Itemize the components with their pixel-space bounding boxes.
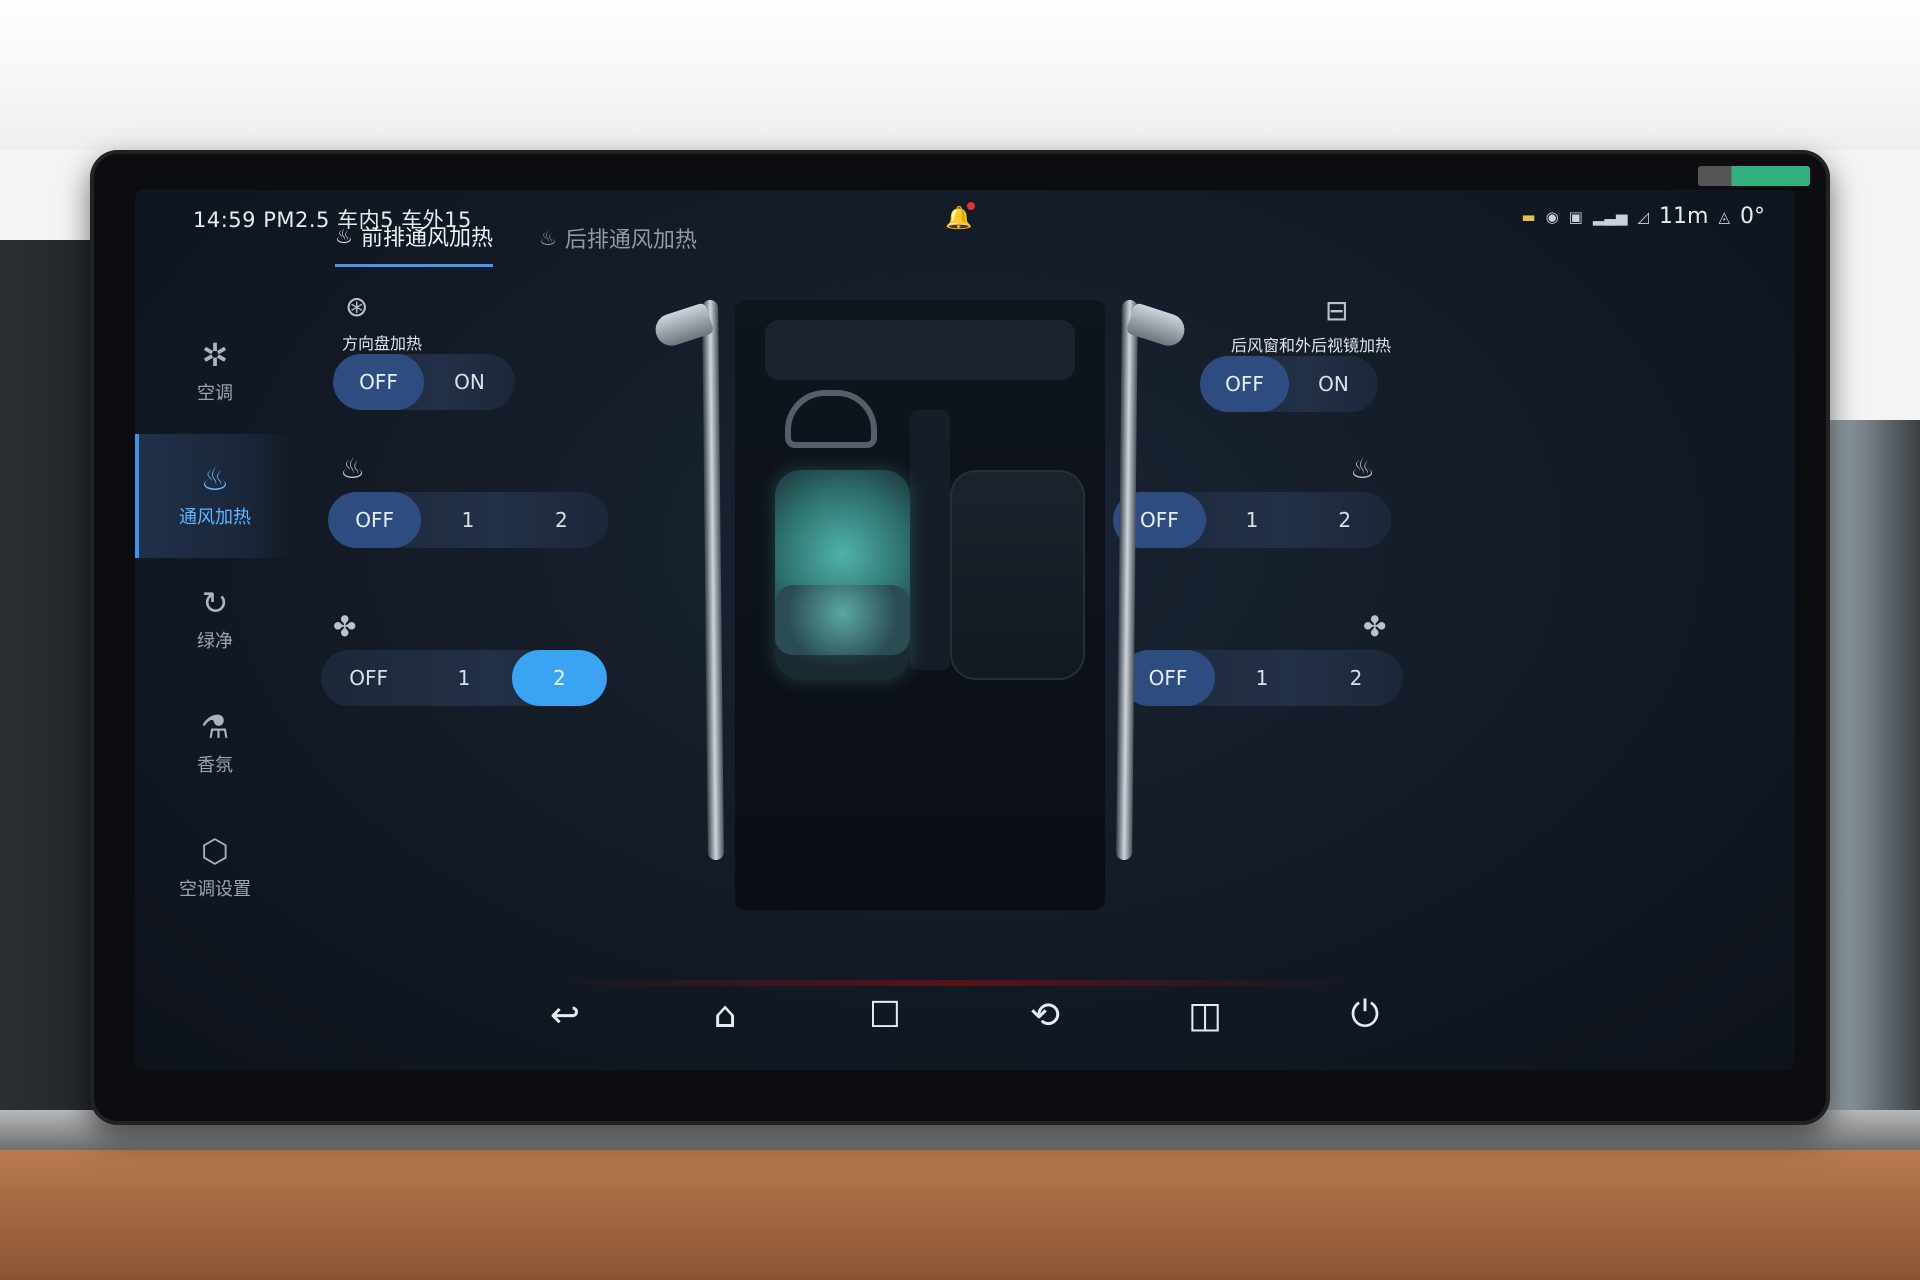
air-purify-icon: ↻ (201, 584, 229, 622)
right-seat-heat-selector: OFF 1 2 (1113, 492, 1391, 548)
sidebar-item-ac-settings[interactable]: ⬡ 空调设置 (135, 806, 295, 930)
rear-window-heat-off[interactable]: OFF (1200, 356, 1289, 412)
right-pillar-graphic (1116, 299, 1138, 861)
sidebar-item-label: 空调 (197, 383, 233, 404)
bottom-nav-bar: ↩ ⌂ ☐ ⟲ ◫ ⏻ (135, 960, 1795, 1070)
left-seat-vent-icon: ✤ (333, 610, 357, 643)
signal-bars-icon: ▂▃▅ (1592, 207, 1628, 226)
steering-heat-toggle: OFF ON (333, 354, 515, 410)
recent-apps-icon[interactable]: ☐ (863, 993, 907, 1037)
sidebar-item-fragrance[interactable]: ⚗ 香氛 (135, 682, 295, 806)
left-seat-heat-off[interactable]: OFF (328, 492, 422, 548)
right-seat-vent-level-2[interactable]: 2 (1309, 650, 1403, 706)
status-pm25-label: PM2.5 (263, 208, 330, 232)
home-icon[interactable]: ⌂ (703, 993, 747, 1037)
right-seat-vent-icon: ✤ (1363, 610, 1387, 643)
sidebar-item-label: 空调设置 (179, 879, 251, 900)
seat-heat-icon: ♨ (200, 460, 230, 498)
rear-window-heat-toggle: OFF ON (1200, 356, 1378, 412)
left-seat-vent-level-2[interactable]: 2 (511, 650, 607, 706)
photo-background-top (0, 0, 1920, 150)
notification-dot (967, 202, 975, 210)
left-seat-heat-selector: OFF 1 2 (328, 492, 608, 548)
left-seat-heat-level-1[interactable]: 1 (421, 492, 514, 548)
tab-rear-row[interactable]: ♨ 后排通风加热 (539, 220, 697, 267)
left-pillar-graphic (702, 299, 724, 861)
notification-bell-icon[interactable]: 🔔 (945, 206, 972, 231)
left-seat-vent-selector: OFF 1 2 (321, 650, 607, 706)
tab-label: 前排通风加热 (360, 226, 493, 251)
sidebar-item-label: 香氛 (197, 755, 233, 776)
seat-heat-icon: ♨ (538, 225, 557, 250)
car-dashboard (765, 320, 1075, 380)
status-altitude: 11m (1659, 204, 1709, 229)
status-angle: 0° (1740, 204, 1765, 229)
steering-wheel-heat-icon: ⊛ (345, 290, 369, 323)
rotate-screen-icon[interactable]: ⟲ (1023, 993, 1067, 1037)
tilt-icon: ◬ (1718, 207, 1730, 226)
rear-window-heat-label: 后风窗和外后视镜加热 (1231, 336, 1392, 355)
fragrance-icon: ⚗ (200, 708, 230, 746)
tab-label: 后排通风加热 (564, 227, 697, 253)
driver-seat-cushion-graphic (775, 585, 910, 655)
bezel-notch (1698, 166, 1810, 186)
right-seat-heat-level-1[interactable]: 1 (1206, 492, 1299, 548)
tab-front-row[interactable]: ♨ 前排通风加热 (335, 220, 493, 267)
right-seat-heat-icon: ♨ (1350, 452, 1376, 485)
left-seat-heat-icon: ♨ (340, 452, 366, 485)
incline-icon: ◿ (1637, 207, 1650, 226)
tab-bar: ♨ 前排通风加热 ♨ 后排通风加热 (335, 220, 697, 267)
sidebar-item-label: 通风加热 (179, 507, 251, 528)
passenger-seat-graphic (950, 470, 1085, 680)
status-bar-right: ▬ ◉ ▣ ▂▃▅ ◿ 11m ◬ 0° (1521, 204, 1765, 229)
fan-icon: ✲ (201, 336, 229, 374)
left-seat-vent-off[interactable]: OFF (321, 650, 416, 706)
steering-heat-label: 方向盘加热 (342, 334, 423, 353)
seat-heat-icon: ♨ (335, 224, 353, 248)
right-seat-heat-level-2[interactable]: 2 (1298, 492, 1391, 548)
steering-heat-off[interactable]: OFF (333, 354, 424, 410)
car-status-icon: ▬ (1521, 207, 1536, 226)
split-screen-icon[interactable]: ◫ (1183, 993, 1227, 1037)
left-seat-heat-level-2[interactable]: 2 (515, 492, 608, 548)
right-seat-vent-selector: OFF 1 2 (1121, 650, 1403, 706)
dashboard-leather (0, 1150, 1920, 1280)
back-icon[interactable]: ↩ (543, 993, 587, 1037)
sidebar-item-vent-heat[interactable]: ♨ 通风加热 (135, 434, 295, 558)
sidebar: ✲ 空调 ♨ 通风加热 ↻ 绿净 ⚗ 香氛 ⬡ 空调设置 (135, 310, 295, 930)
status-time: 14:59 (193, 208, 257, 232)
car-cabin-illustration (651, 280, 1189, 920)
right-seat-vent-level-1[interactable]: 1 (1215, 650, 1309, 706)
screen-off-icon[interactable]: ⏻ (1343, 993, 1387, 1037)
sidebar-item-purify[interactable]: ↻ 绿净 (135, 558, 295, 682)
sidebar-item-label: 绿净 (197, 631, 233, 652)
sidebar-item-ac[interactable]: ✲ 空调 (135, 310, 295, 434)
center-console-graphic (910, 410, 950, 670)
rear-defrost-icon: ⊟ (1325, 294, 1349, 327)
infotainment-screen: 14:59 PM2.5 车内5 车外15 🔔 ▬ ◉ ▣ ▂▃▅ ◿ 11m ◬… (135, 190, 1795, 1070)
hexagon-settings-icon: ⬡ (201, 832, 229, 870)
steering-heat-on[interactable]: ON (424, 354, 515, 410)
location-icon: ◉ (1545, 207, 1559, 226)
rear-window-heat-on[interactable]: ON (1289, 356, 1378, 412)
left-seat-vent-level-1[interactable]: 1 (416, 650, 511, 706)
sim-icon: ▣ (1568, 207, 1583, 226)
